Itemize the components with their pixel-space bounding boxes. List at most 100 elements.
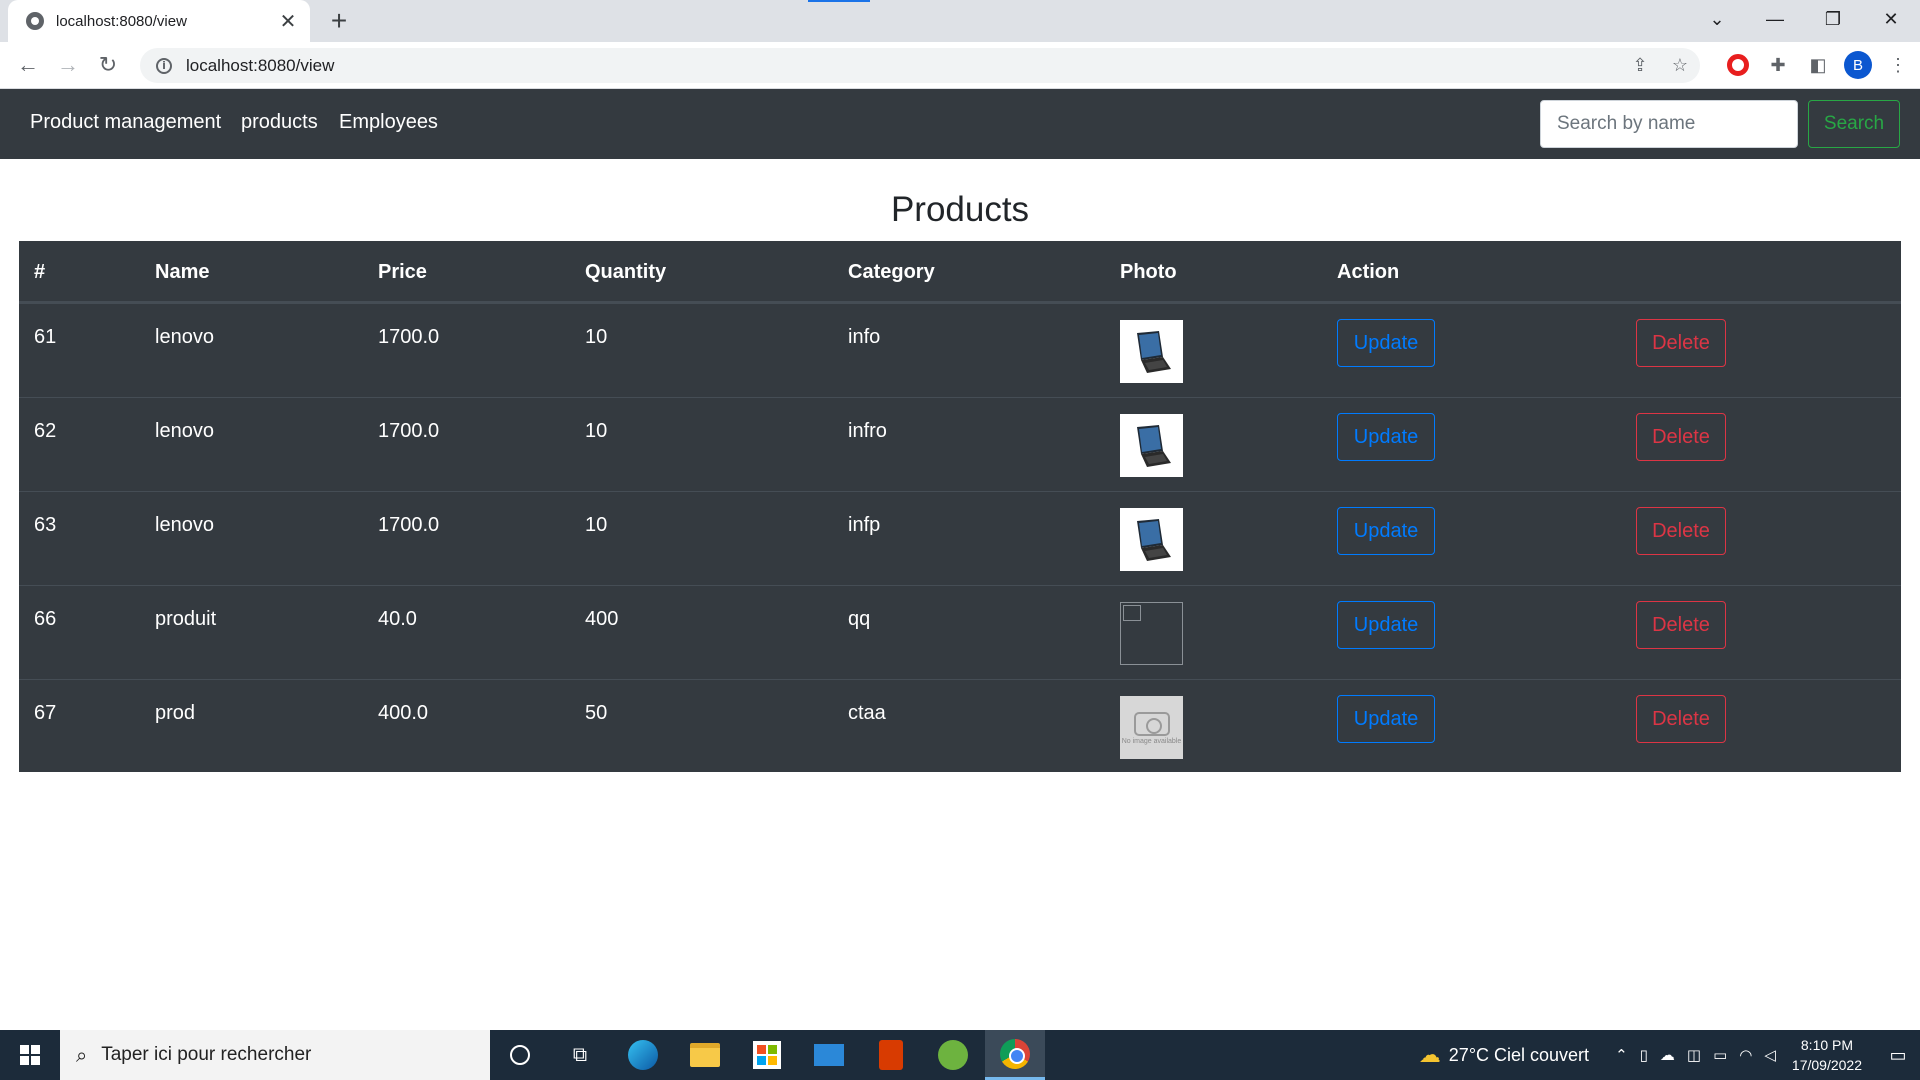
clock[interactable]: 8:10 PM 17/09/2022 xyxy=(1792,1035,1862,1075)
cell-id: 67 xyxy=(34,702,57,724)
table-row: 62 lenovo 1700.0 10 infro Update Delete xyxy=(19,397,1901,491)
folder-icon xyxy=(690,1043,720,1067)
volume-icon[interactable]: ◁ xyxy=(1764,1046,1776,1064)
cell-price: 1700.0 xyxy=(378,420,440,442)
profile-avatar[interactable]: B xyxy=(1844,51,1872,79)
delete-button[interactable]: Delete xyxy=(1636,413,1726,461)
cell-price: 1700.0 xyxy=(378,514,440,536)
site-info-icon[interactable]: i xyxy=(156,57,172,74)
edge-icon xyxy=(628,1040,658,1070)
delete-button[interactable]: Delete xyxy=(1636,601,1726,649)
reload-icon[interactable]: ↻ xyxy=(94,51,122,79)
restore-button[interactable]: ❐ xyxy=(1804,0,1862,38)
cell-quantity: 10 xyxy=(585,326,608,348)
update-button[interactable]: Update xyxy=(1337,319,1435,367)
search-input[interactable] xyxy=(1540,100,1798,148)
nav-link-products[interactable]: products xyxy=(241,111,318,134)
update-button[interactable]: Update xyxy=(1337,601,1435,649)
cell-category: info xyxy=(848,326,881,348)
table-row: 67 prod 400.0 50 ctaa No image available… xyxy=(19,679,1901,773)
omnibox-actions: ⇪ ☆ xyxy=(1620,48,1700,83)
cell-name: produit xyxy=(155,608,217,630)
wifi-icon[interactable]: ◠ xyxy=(1739,1046,1752,1064)
window-controls: ⌄ — ❐ ✕ xyxy=(1688,0,1920,38)
close-tab-icon[interactable]: ✕ xyxy=(278,9,298,34)
forward-arrow-icon[interactable]: → xyxy=(54,51,82,79)
spring-tool-app[interactable] xyxy=(923,1030,983,1080)
laptop-image xyxy=(1136,424,1171,467)
toolbar-right: ✚ ◧ B ⋮ xyxy=(1724,51,1912,79)
column-header-action: Action xyxy=(1337,261,1400,283)
taskbar-search[interactable]: ⌕ Taper ici pour rechercher xyxy=(60,1030,490,1080)
delete-button[interactable]: Delete xyxy=(1636,507,1726,555)
cell-id: 66 xyxy=(34,608,57,630)
share-icon[interactable]: ⇪ xyxy=(1620,55,1660,76)
delete-button[interactable]: Delete xyxy=(1636,695,1726,743)
broken-image-icon xyxy=(1120,602,1183,665)
notification-icon[interactable]: ▭ xyxy=(1876,1030,1920,1080)
close-window-button[interactable]: ✕ xyxy=(1862,0,1920,38)
globe-icon xyxy=(26,12,44,30)
office-app[interactable] xyxy=(861,1030,921,1080)
side-panel-icon[interactable]: ◧ xyxy=(1804,51,1832,79)
store-app[interactable] xyxy=(737,1030,797,1080)
address-bar[interactable]: i localhost:8080/view ⇪ ☆ xyxy=(140,48,1700,83)
back-arrow-icon[interactable]: ← xyxy=(14,51,42,79)
new-tab-button[interactable]: + xyxy=(324,6,354,36)
cortana-button[interactable] xyxy=(490,1030,550,1080)
spring-leaf-icon xyxy=(938,1040,968,1070)
edge-app[interactable] xyxy=(613,1030,673,1080)
battery-icon[interactable]: ▭ xyxy=(1713,1046,1727,1064)
windows-logo-icon xyxy=(20,1045,40,1065)
onedrive-cloud-icon[interactable]: ☁ xyxy=(1660,1046,1675,1064)
weather-text[interactable]: 27°C Ciel couvert xyxy=(1449,1045,1589,1066)
cell-price: 40.0 xyxy=(378,608,417,630)
clock-date: 17/09/2022 xyxy=(1791,1057,1862,1073)
product-photo xyxy=(1120,320,1183,383)
url-text[interactable]: localhost:8080/view xyxy=(186,56,1700,76)
minimize-button[interactable]: — xyxy=(1746,0,1804,38)
opera-extension-icon[interactable] xyxy=(1724,51,1752,79)
task-view-button[interactable]: ⧉ xyxy=(550,1030,610,1080)
mail-icon xyxy=(814,1044,844,1066)
nav-link-employees[interactable]: Employees xyxy=(339,111,438,134)
browser-tab[interactable]: localhost:8080/view ✕ xyxy=(8,0,310,42)
kebab-menu-icon[interactable]: ⋮ xyxy=(1884,51,1912,79)
update-button[interactable]: Update xyxy=(1337,413,1435,461)
bookmark-star-icon[interactable]: ☆ xyxy=(1660,55,1700,76)
file-explorer-app[interactable] xyxy=(675,1030,735,1080)
start-button[interactable] xyxy=(0,1030,60,1080)
column-header-photo: Photo xyxy=(1120,261,1177,283)
search-button[interactable]: Search xyxy=(1808,100,1900,148)
update-button[interactable]: Update xyxy=(1337,507,1435,555)
mail-app[interactable] xyxy=(799,1030,859,1080)
cell-quantity: 10 xyxy=(585,514,608,536)
browser-toolbar: ← → ↻ i localhost:8080/view ⇪ ☆ ✚ ◧ B ⋮ xyxy=(0,42,1920,89)
chrome-app[interactable] xyxy=(985,1030,1045,1080)
navbar-brand[interactable]: Product management xyxy=(30,111,221,134)
table-row: 61 lenovo 1700.0 10 info Update Delete xyxy=(19,303,1901,397)
task-view-icon: ⧉ xyxy=(572,1043,588,1066)
search-icon: ⌕ xyxy=(76,1043,88,1067)
app-navbar: Product management products Employees Se… xyxy=(0,89,1920,159)
table-row: 63 lenovo 1700.0 10 infp Update Delete xyxy=(19,491,1901,585)
table-row: 66 produit 40.0 400 qq Update Delete xyxy=(19,585,1901,679)
tab-search-icon[interactable]: ⌄ xyxy=(1688,0,1746,38)
no-image-placeholder: No image available xyxy=(1120,696,1183,759)
device-icon[interactable]: ▯ xyxy=(1640,1046,1648,1064)
column-header-quantity: Quantity xyxy=(585,261,667,283)
extensions-puzzle-icon[interactable]: ✚ xyxy=(1764,51,1792,79)
security-icon[interactable]: ◫ xyxy=(1687,1046,1701,1064)
product-photo xyxy=(1120,508,1183,571)
delete-button[interactable]: Delete xyxy=(1636,319,1726,367)
chevron-up-icon[interactable]: ⌃ xyxy=(1615,1046,1628,1064)
column-header-name: Name xyxy=(155,261,210,283)
laptop-image xyxy=(1136,518,1171,561)
cell-category: qq xyxy=(848,608,871,630)
clock-time: 8:10 PM xyxy=(1800,1037,1854,1053)
weather-cloud-icon[interactable]: ☁ xyxy=(1419,1042,1441,1068)
update-button[interactable]: Update xyxy=(1337,695,1435,743)
page-title: Products xyxy=(890,190,1030,229)
products-table: # Name Price Quantity Category Photo Act… xyxy=(19,241,1901,772)
chrome-icon xyxy=(1000,1038,1030,1069)
